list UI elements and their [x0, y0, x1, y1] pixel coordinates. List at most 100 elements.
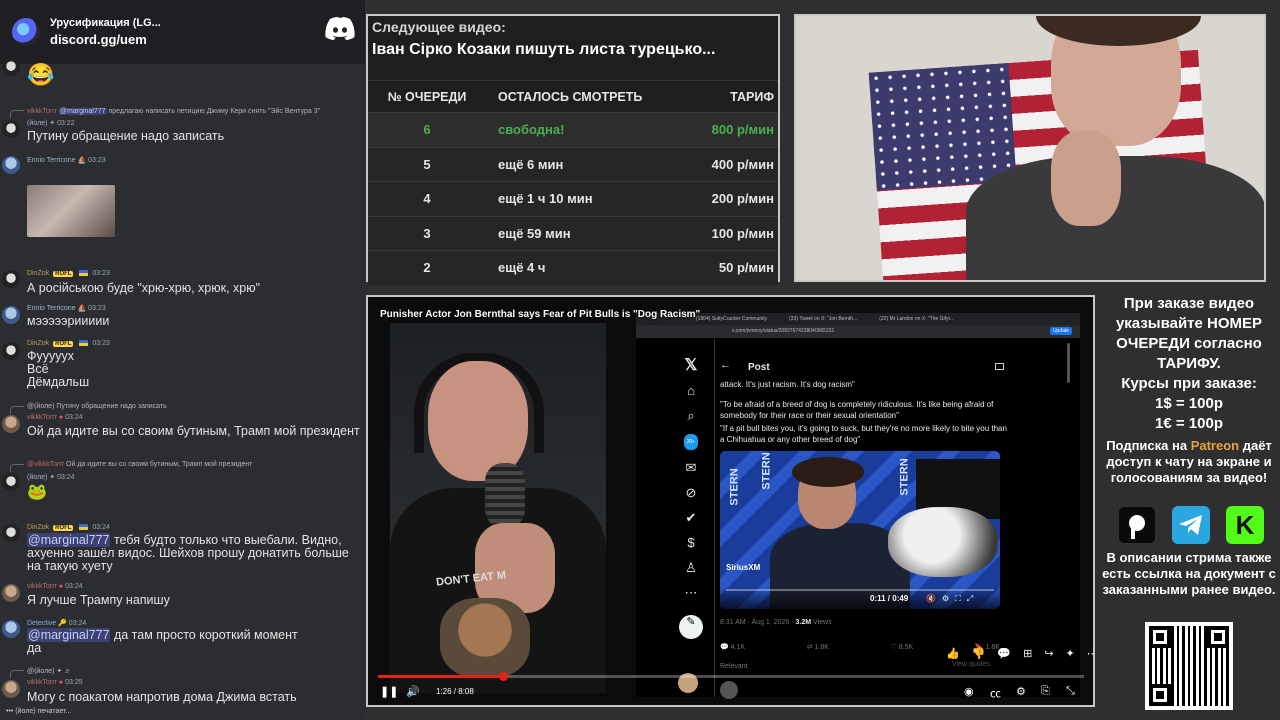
- post-text: attack. It's just racism. It's dog racis…: [720, 380, 855, 389]
- home-icon[interactable]: ⌂: [687, 384, 695, 398]
- exit-fullscreen-icon[interactable]: ⤡: [1066, 685, 1075, 698]
- queue-remaining: ещё 4 ч: [498, 260, 546, 276]
- account-avatar[interactable]: [678, 673, 698, 693]
- messages-icon[interactable]: ✉: [686, 461, 697, 475]
- reply-preview[interactable]: @(йоле) Путину обращение надо записать: [27, 403, 167, 410]
- share-icon[interactable]: ↪: [1044, 647, 1053, 660]
- queue-row: 6 свободна! 800 р/мин: [368, 112, 778, 147]
- cast-icon[interactable]: ⎘: [1041, 685, 1050, 698]
- browser-tab[interactable]: (22) Mr Landon on X: "The Gifyr...: [879, 316, 954, 322]
- author-name[interactable]: vikkkTorrr: [27, 414, 57, 421]
- pause-icon[interactable]: ❚❚: [380, 685, 398, 698]
- video-player[interactable]: Punisher Actor Jon Bernthal says Fear of…: [366, 295, 1095, 707]
- message-meta: DinZok ROFL 03:23: [27, 340, 110, 347]
- author-name[interactable]: vikkkTorrr: [27, 583, 57, 590]
- sparkle-icon[interactable]: ✦: [1066, 647, 1075, 660]
- telegram-icon[interactable]: [1172, 506, 1210, 544]
- reply-preview[interactable]: vikkkTorrr @marginal777 предлагаю написа…: [27, 108, 320, 115]
- avatar[interactable]: [2, 620, 20, 638]
- search-icon[interactable]: ⌕: [687, 409, 694, 423]
- avatar[interactable]: [2, 680, 20, 698]
- chat-messages[interactable]: 😂 vikkkTorrr @marginal777 предлагаю напи…: [0, 58, 365, 710]
- reply-preview[interactable]: @(йоле) ✦ ♬: [27, 667, 71, 675]
- avatar[interactable]: [2, 473, 20, 491]
- volume-icon[interactable]: 🔊: [406, 685, 420, 698]
- message-emoji: 😂: [27, 62, 55, 87]
- embedded-video[interactable]: STERN STERN STERN SiriusXM 0:11 / 0:49 🔇…: [720, 451, 1000, 609]
- update-button[interactable]: Update: [1050, 327, 1072, 335]
- repost-action[interactable]: ⇄ 1.8K: [807, 643, 829, 651]
- author-name[interactable]: DinZok: [27, 524, 49, 531]
- more-icon[interactable]: ⋯: [685, 586, 698, 600]
- dislike-icon[interactable]: 👎: [972, 647, 986, 660]
- save-icon[interactable]: ⊞: [1023, 647, 1032, 660]
- avatar[interactable]: [2, 415, 20, 433]
- author-name[interactable]: (йоле): [27, 120, 47, 127]
- reply-preview[interactable]: @vikkkTorrr Ой да идите вы со своим бути…: [27, 461, 252, 468]
- reader-icon[interactable]: [995, 363, 1004, 370]
- reply-action[interactable]: 💬 4.1K: [720, 643, 745, 651]
- grok-icon[interactable]: ⊘: [686, 486, 697, 500]
- scrollbar[interactable]: [1067, 343, 1070, 383]
- user-mention[interactable]: @marginal777: [27, 628, 111, 642]
- notifications-badge-icon[interactable]: 20+: [683, 434, 699, 450]
- avatar[interactable]: [2, 306, 20, 324]
- x-logo-icon[interactable]: 𝕏: [685, 358, 698, 374]
- author-name[interactable]: DinZok: [27, 270, 49, 277]
- avatar[interactable]: [2, 120, 20, 138]
- sub-prefix: Подписка на: [1106, 438, 1191, 453]
- server-icon[interactable]: [12, 18, 40, 46]
- verified-icon[interactable]: ✔: [686, 511, 697, 525]
- premium-icon[interactable]: $: [687, 536, 694, 550]
- browser-tab[interactable]: (33) Tweet on X: "Jon Bernth...: [789, 316, 857, 322]
- embedded-video-progress[interactable]: [726, 589, 994, 591]
- avatar[interactable]: [2, 342, 20, 360]
- post-header: Post: [748, 362, 770, 373]
- autoplay-icon[interactable]: ◉: [964, 685, 974, 698]
- captions-icon[interactable]: ㏄: [990, 685, 1001, 701]
- profile-icon[interactable]: ♙: [685, 561, 697, 575]
- avatar[interactable]: [2, 58, 20, 76]
- view-quotes-link[interactable]: View quotes: [952, 661, 990, 668]
- author-name[interactable]: DinZok: [27, 340, 49, 347]
- queue-remaining: ещё 1 ч 10 мин: [498, 191, 593, 207]
- author-name[interactable]: Ennio Terricone: [27, 157, 76, 164]
- chat-message: @vikkkTorrr Ой да идите вы со своим бути…: [0, 460, 362, 510]
- server-invite-link[interactable]: discord.gg/uem: [50, 32, 161, 47]
- avatar[interactable]: [2, 584, 20, 602]
- reply-count: 4.1K: [730, 644, 746, 651]
- avatar[interactable]: [2, 270, 20, 288]
- post-views-count: 3.2M: [795, 619, 812, 626]
- more-icon[interactable]: ⋯: [1087, 647, 1093, 660]
- patreon-icon[interactable]: [1118, 506, 1156, 544]
- typing-indicator: ••• (йоле) печатает...: [0, 708, 365, 720]
- address-bar[interactable]: x.com/jvmeny/status/20837674238040665231: [636, 325, 1080, 338]
- message-text: @marginal777 тебя будто только что выеба…: [27, 533, 361, 573]
- flag-icon: [79, 340, 89, 347]
- author-name[interactable]: Detective: [27, 620, 56, 627]
- reply-text: Ой да идите вы со своим бутиным, Трамп м…: [66, 461, 253, 468]
- back-arrow-icon[interactable]: ←: [720, 359, 731, 371]
- like-action[interactable]: ♡ 8.5K: [891, 643, 914, 651]
- sort-relevant[interactable]: Relevant: [720, 663, 748, 670]
- author-name[interactable]: (йоле): [27, 474, 47, 481]
- comment-icon[interactable]: 💬: [997, 647, 1011, 660]
- attached-image[interactable]: [27, 185, 115, 237]
- avatar[interactable]: [2, 524, 20, 542]
- compose-icon[interactable]: ✎: [679, 615, 703, 639]
- timestamp: 03:24: [65, 583, 83, 590]
- kick-icon[interactable]: K: [1226, 506, 1264, 544]
- author-name[interactable]: Ennio Terricone: [27, 305, 76, 312]
- embedded-video-icons[interactable]: 🔇⚙⛶⤢: [926, 594, 979, 604]
- qr-code[interactable]: [1145, 622, 1233, 710]
- browser-tab[interactable]: (1804) SultyCracker Community: [696, 316, 767, 322]
- patreon-link[interactable]: Patreon: [1191, 438, 1239, 453]
- siriusxm-logo: SiriusXM: [726, 563, 761, 572]
- order-instructions: При заказе видео указывайте НОМЕР ОЧЕРЕД…: [1115, 295, 1263, 372]
- settings-icon[interactable]: ⚙: [1016, 685, 1026, 698]
- author-name[interactable]: vikkkTorrr: [27, 679, 57, 686]
- user-mention[interactable]: @marginal777: [27, 533, 111, 547]
- avatar[interactable]: [2, 156, 20, 174]
- like-icon[interactable]: 👍: [946, 647, 960, 660]
- video-left-pane: DON'T EAT M: [390, 323, 606, 693]
